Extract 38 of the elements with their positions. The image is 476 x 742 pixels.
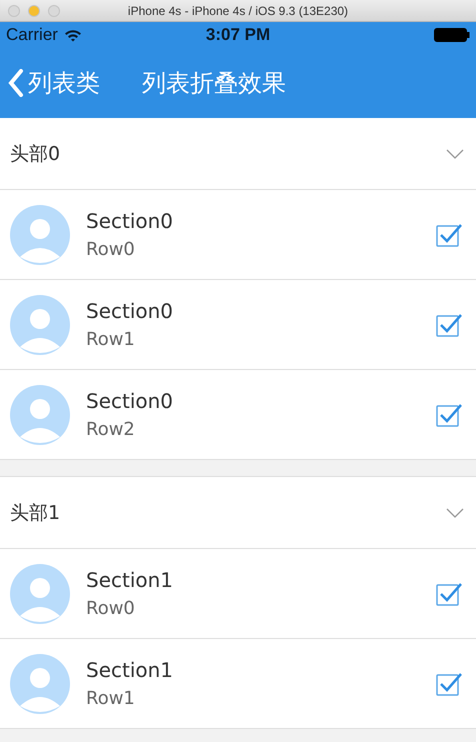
battery-icon: [434, 28, 470, 42]
section-header-label: 头部0: [10, 142, 60, 166]
row-subtitle: Row0: [86, 598, 136, 619]
row-subtitle: Row1: [86, 329, 136, 350]
list-row[interactable]: Section1 Row0: [0, 549, 476, 639]
section-header[interactable]: 头部1: [0, 477, 476, 549]
section-header[interactable]: 头部0: [0, 118, 476, 190]
wifi-icon: [64, 28, 82, 42]
list-row[interactable]: Section1 Row1: [0, 639, 476, 729]
row-title: Section1: [86, 658, 174, 682]
status-time: 3:07 PM: [206, 25, 270, 45]
avatar-icon: [10, 654, 70, 714]
avatar-icon: [10, 294, 70, 354]
row-subtitle: Row2: [86, 419, 136, 440]
carrier-label: Carrier: [6, 25, 58, 45]
section-header-label: 头部1: [10, 500, 60, 526]
chevron-icon: [446, 508, 464, 518]
row-subtitle: Row0: [86, 239, 136, 260]
list-row[interactable]: Section0 Row2: [0, 370, 476, 460]
row-title: Section0: [86, 299, 174, 323]
checkbox[interactable]: [436, 582, 462, 606]
checkbox[interactable]: [436, 222, 462, 246]
row-title: Section1: [86, 568, 174, 592]
avatar-icon: [10, 204, 70, 264]
chevron-icon: [446, 148, 464, 158]
row-subtitle: Row1: [86, 688, 136, 709]
list-row[interactable]: Section0 Row0: [0, 190, 476, 280]
checkbox[interactable]: [436, 402, 462, 426]
row-title: Section0: [86, 209, 174, 233]
row-title: Section0: [86, 389, 174, 413]
nav-title: 列表折叠效果: [142, 68, 286, 99]
list-row[interactable]: Section0 Row1: [0, 280, 476, 370]
checkbox[interactable]: [436, 672, 462, 696]
avatar-icon: [10, 564, 70, 624]
back-chevron-icon: [8, 69, 24, 97]
window-title: iPhone 4s - iPhone 4s / iOS 9.3 (13E230): [126, 4, 350, 18]
avatar-icon: [10, 384, 70, 444]
checkbox[interactable]: [436, 312, 462, 336]
